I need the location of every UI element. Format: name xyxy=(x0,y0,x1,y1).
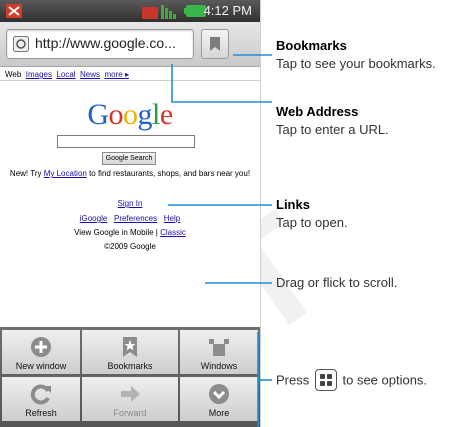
callout-bookmarks-title: Bookmarks xyxy=(276,38,347,53)
status-bar: 4:12 PM xyxy=(0,0,260,22)
google-logo: Google xyxy=(87,98,173,131)
classic-link[interactable]: Classic xyxy=(160,228,186,237)
callout-press-text: Press to see options. xyxy=(276,369,428,392)
menu-label-more: More xyxy=(208,408,230,418)
signal-icon xyxy=(142,5,176,19)
search-links: Web Images Local News more ▸ xyxy=(5,70,129,79)
promo-text: New! Try My Location to find restaurants… xyxy=(2,168,258,179)
google-links-row: iGoogle Preferences Help xyxy=(0,214,260,223)
bookmark-star-icon xyxy=(123,337,137,357)
menu-key-icon xyxy=(314,369,337,391)
menu-forward[interactable]: Forward xyxy=(82,377,178,421)
press-prefix: Press xyxy=(276,372,310,388)
menu-label-new-window: New window xyxy=(15,361,67,371)
sign-in-row: Sign In xyxy=(0,199,260,208)
link-web[interactable]: Web xyxy=(5,70,21,79)
help-link[interactable]: Help xyxy=(164,214,180,223)
browser-toolbar: http://www.google.co... xyxy=(0,22,260,67)
link-news[interactable]: News xyxy=(80,70,100,79)
callout-bookmarks-text: Tap to see your bookmarks. xyxy=(276,56,436,71)
promo-suffix: to find restaurants, shops, and bars nea… xyxy=(86,169,251,178)
callout-scroll-text: Drag or flick to scroll. xyxy=(276,275,398,290)
menu-more[interactable]: More xyxy=(180,377,258,421)
menu-label-bookmarks: Bookmarks xyxy=(107,361,153,371)
view-mode-row: View Google in Mobile | Classic xyxy=(0,228,260,237)
callout-links-text: Tap to open. xyxy=(276,215,348,230)
bookmarks-button[interactable] xyxy=(201,29,229,59)
phone-screen: 4:12 PM http://www.google.co... Web Imag… xyxy=(0,0,261,427)
callout-links-title: Links xyxy=(276,197,310,212)
copyright: ©2009 Google xyxy=(104,242,156,251)
igoogle-link[interactable]: iGoogle xyxy=(80,214,108,223)
press-suffix: to see options. xyxy=(342,372,428,388)
link-images[interactable]: Images xyxy=(26,70,52,79)
options-menu: New window Bookmarks Windows Refresh For… xyxy=(0,327,260,427)
view-prefix: View Google in Mobile | xyxy=(74,228,161,237)
preferences-link[interactable]: Preferences xyxy=(114,214,157,223)
url-field[interactable]: http://www.google.co... xyxy=(6,29,194,59)
menu-bookmarks[interactable]: Bookmarks xyxy=(82,330,178,374)
google-search-button[interactable]: Google Search xyxy=(102,152,156,165)
callout-address-title: Web Address xyxy=(276,104,359,119)
sign-in-link[interactable]: Sign In xyxy=(118,199,143,208)
my-location-link[interactable]: My Location xyxy=(44,169,87,178)
bookmark-icon xyxy=(210,37,220,51)
divider xyxy=(0,80,260,81)
forward-arrow-icon xyxy=(121,386,140,402)
link-local[interactable]: Local xyxy=(56,70,75,79)
status-time: 4:12 PM xyxy=(203,3,252,18)
promo-prefix: New! Try xyxy=(9,169,44,178)
windows-icon xyxy=(209,339,229,356)
menu-label-windows: Windows xyxy=(200,361,238,371)
refresh-icon xyxy=(30,384,51,405)
menu-refresh[interactable]: Refresh xyxy=(2,377,80,421)
menu-label-refresh: Refresh xyxy=(25,408,57,418)
chevron-down-circle-icon xyxy=(209,384,229,404)
link-more[interactable]: more ▸ xyxy=(105,70,129,79)
menu-new-window[interactable]: New window xyxy=(2,330,80,374)
plus-circle-icon xyxy=(31,337,51,357)
missed-call-icon xyxy=(6,4,22,18)
search-input[interactable] xyxy=(57,135,195,148)
page-favicon-icon xyxy=(13,36,29,52)
menu-label-forward: Forward xyxy=(113,408,147,418)
callout-address-text: Tap to enter a URL. xyxy=(276,122,389,137)
menu-windows[interactable]: Windows xyxy=(180,330,258,374)
url-text: http://www.google.co... xyxy=(35,35,176,51)
